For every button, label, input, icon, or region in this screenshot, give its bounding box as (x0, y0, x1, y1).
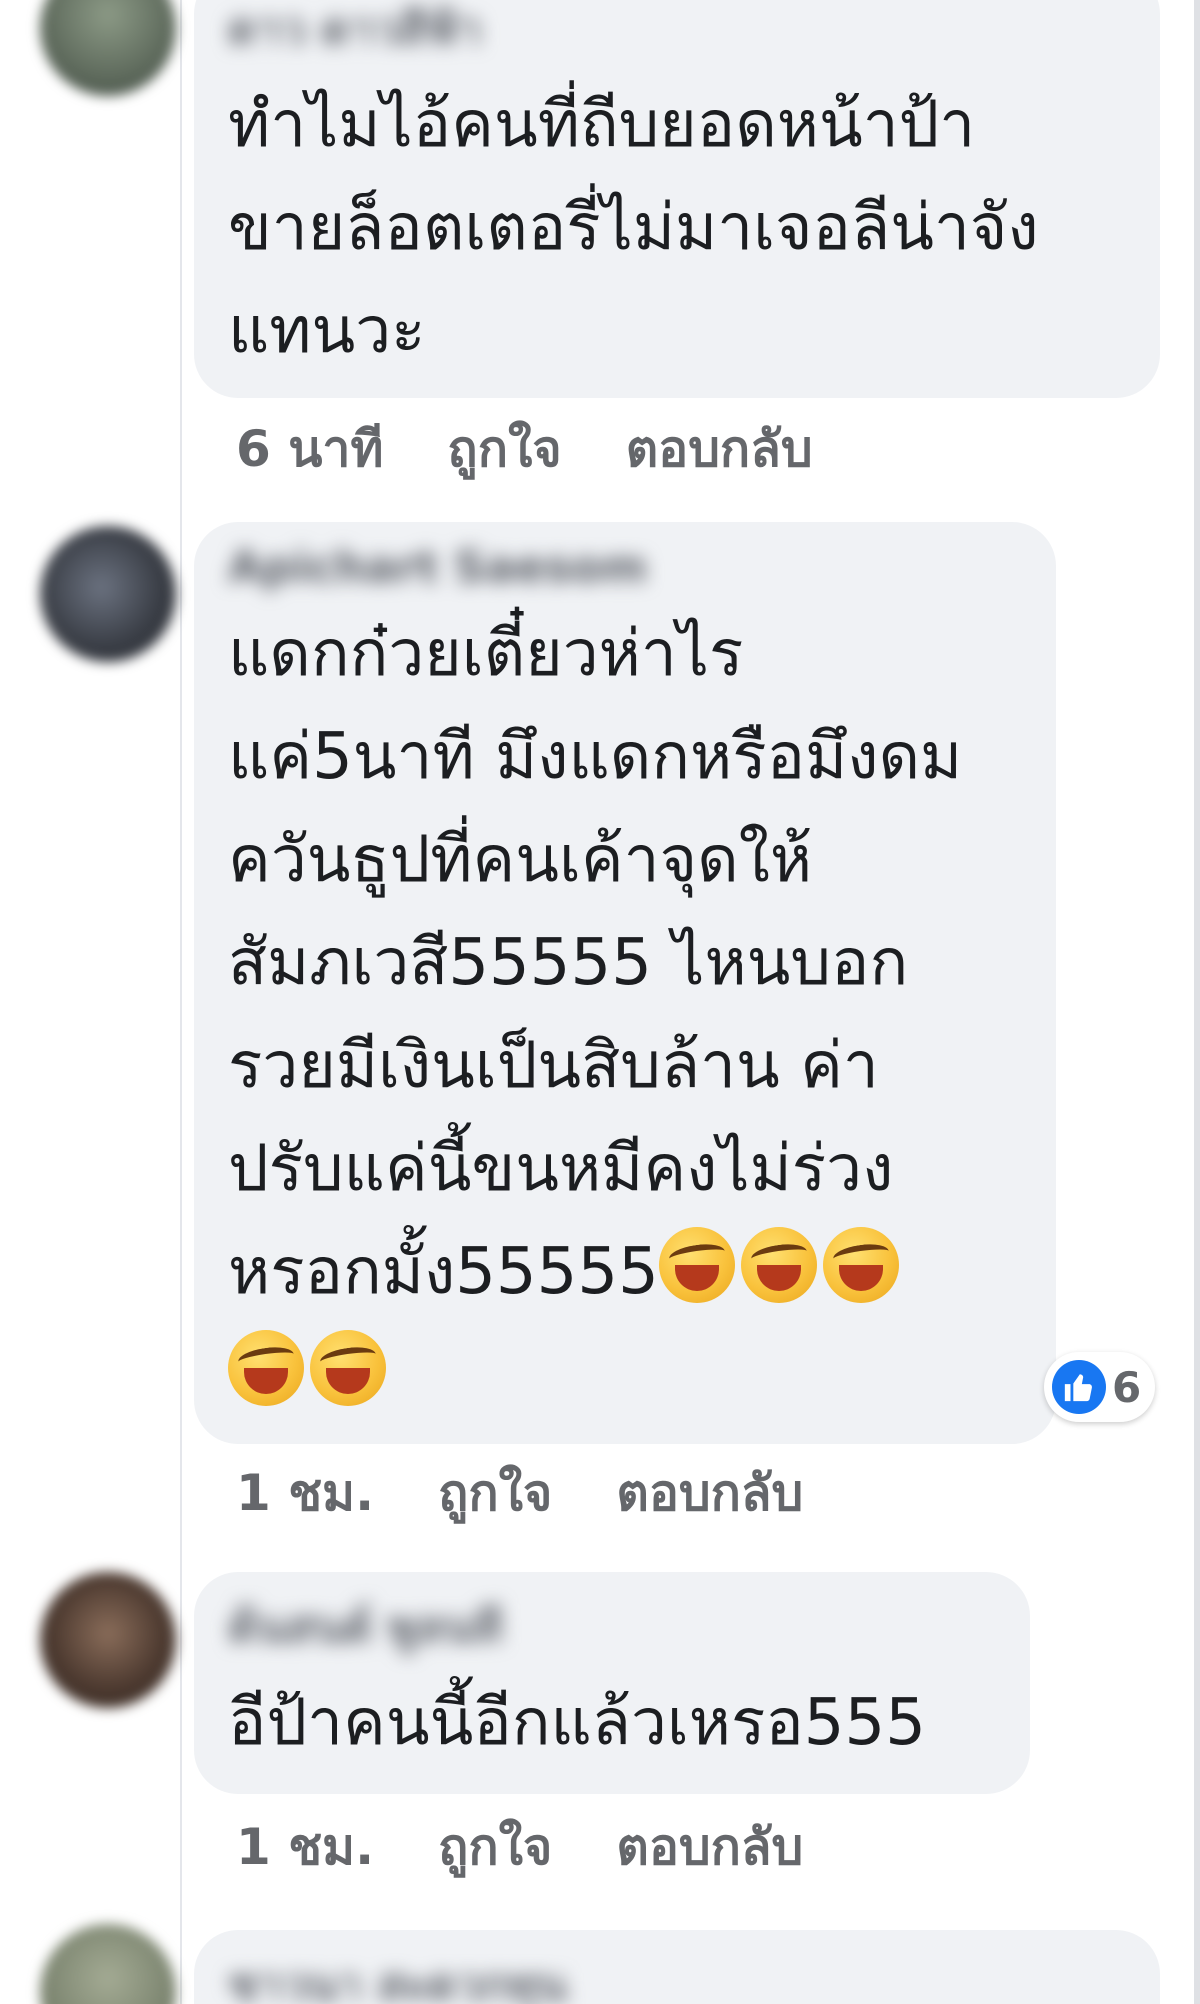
reply-link[interactable]: ตอบกลับ (626, 410, 813, 489)
reply-link[interactable]: ตอบกลับ (616, 1454, 803, 1533)
comment-timestamp[interactable]: 1 ชม. (236, 1454, 374, 1533)
avatar[interactable] (40, 1572, 176, 1708)
avatar[interactable] (40, 0, 176, 96)
comment-thread: ดาว ดาวสีฟ้า ทำไมไอ้คนที่ถีบยอดหน้าป้า ข… (0, 0, 1200, 2004)
comment-author[interactable]: Apichart Saesom (228, 542, 647, 593)
comment-text: อีป้าคนนี้อีกแล้วเหรอ555 (228, 1686, 926, 1760)
comment-timestamp[interactable]: 1 ชม. (236, 1808, 374, 1887)
reaction-count: 6 (1112, 1362, 1142, 1412)
rolling-on-floor-laughing-icon (228, 1330, 304, 1406)
comment-bubble: ชาวนา สะดวกทุน (194, 1930, 1160, 2004)
reply-link[interactable]: ตอบกลับ (616, 1808, 803, 1887)
like-link[interactable]: ถูกใจ (447, 410, 561, 489)
page-edge (1194, 0, 1200, 2004)
avatar[interactable] (40, 526, 176, 662)
comment-author[interactable]: ต้นสนต์ พูลนที (228, 1592, 503, 1662)
comment-actions: 6 นาที ถูกใจ ตอบกลับ (236, 410, 813, 489)
rolling-on-floor-laughing-icon (740, 1227, 817, 1303)
reaction-summary[interactable]: 6 (1044, 1352, 1156, 1422)
comment-bubble: ดาว ดาวสีฟ้า ทำไมไอ้คนที่ถีบยอดหน้าป้า ข… (194, 0, 1160, 398)
thumbs-up-icon (1052, 1360, 1106, 1414)
comment-text: แดกก๋วยเตี๋ยวห่าไร แค่5นาที มึงแดกหรือมึ… (228, 603, 1022, 1427)
avatar[interactable] (40, 1924, 176, 2004)
comment-bubble: ต้นสนต์ พูลนที อีป้าคนนี้อีกแล้วเหรอ555 (194, 1572, 1030, 1794)
comment-text: ทำไมไอ้คนที่ถีบยอดหน้าป้า ขายล็อตเตอรี่ไ… (228, 88, 1039, 368)
like-link[interactable]: ถูกใจ (438, 1454, 552, 1533)
rolling-on-floor-laughing-icon (310, 1330, 386, 1406)
thread-connector-line (180, 0, 182, 2004)
rolling-on-floor-laughing-icon (822, 1227, 899, 1303)
comment-author[interactable]: ดาว ดาวสีฟ้า (228, 0, 482, 64)
comment-author[interactable]: ชาวนา สะดวกทุน (228, 1950, 567, 2004)
rolling-on-floor-laughing-icon (658, 1227, 735, 1303)
comment-timestamp[interactable]: 6 นาที (236, 410, 383, 489)
comment-actions: 1 ชม. ถูกใจ ตอบกลับ (236, 1454, 803, 1533)
like-link[interactable]: ถูกใจ (438, 1808, 552, 1887)
comment-actions: 1 ชม. ถูกใจ ตอบกลับ (236, 1808, 803, 1887)
comment-bubble: Apichart Saesom แดกก๋วยเตี๋ยวห่าไร แค่5น… (194, 522, 1056, 1444)
